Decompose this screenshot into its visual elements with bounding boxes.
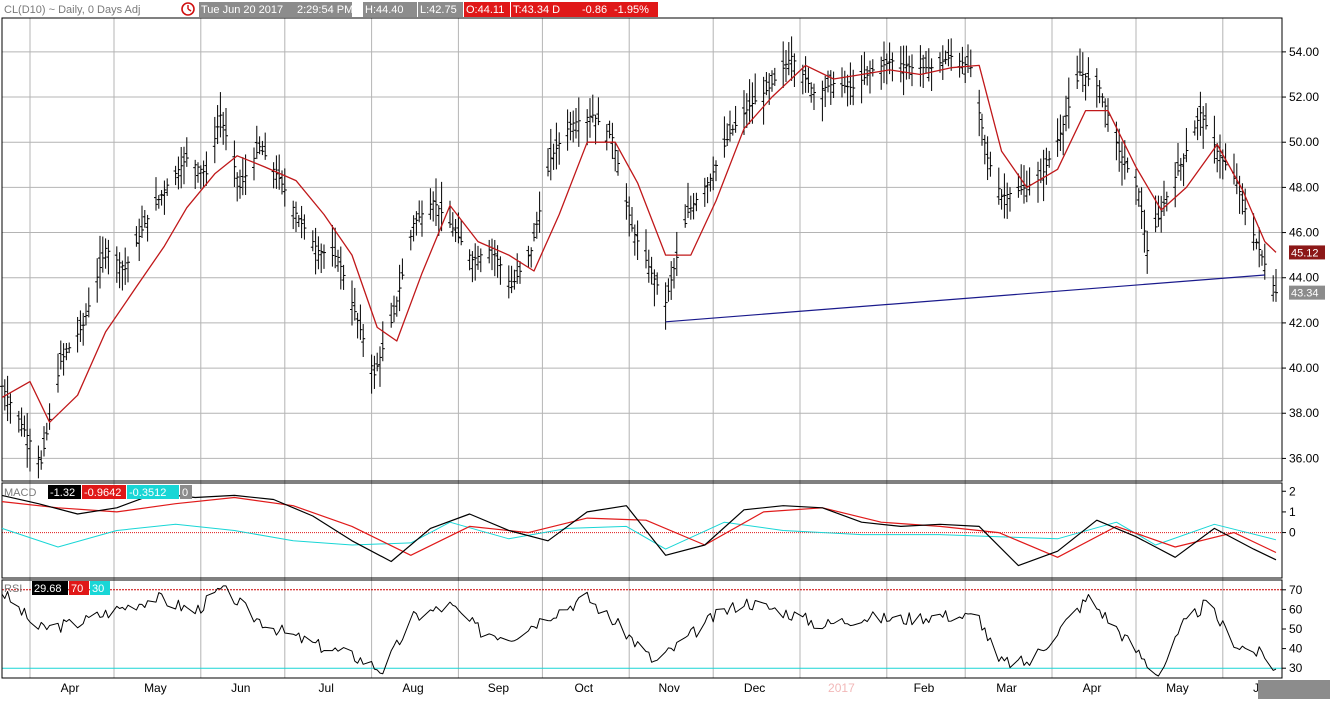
last-price-tag-label: 43.34	[1291, 288, 1319, 300]
pct-change-label: -1.95%	[614, 4, 649, 16]
chart-svg: 54.00 52.00 50.00 48.00 46.00 44.00 42.00 40.00…	[0, 0, 1330, 699]
macd-label: MACD	[4, 487, 36, 499]
month-label: Nov	[659, 681, 680, 695]
rsi-tick-label: 30	[1289, 661, 1303, 675]
month-label: Apr	[1083, 681, 1102, 695]
histogram-value: -0.3512	[129, 487, 166, 499]
rsi-value: 29.68	[34, 583, 62, 595]
month-label: May	[1166, 681, 1189, 695]
month-label: Sep	[488, 681, 510, 695]
price-tick-label: 52.00	[1289, 90, 1319, 104]
macd-value: -1.32	[50, 487, 75, 499]
price-tick-label: 46.00	[1289, 226, 1319, 240]
date-label: Tue Jun 20 2017	[201, 4, 283, 16]
rsi-tick-label: 50	[1289, 622, 1303, 636]
price-tick-label: 36.00	[1289, 451, 1319, 465]
rsi-label: RSI	[4, 583, 22, 595]
month-label: Mar	[996, 681, 1017, 695]
open-label: O:44.11	[466, 4, 504, 16]
change-label: -0.86	[582, 4, 607, 16]
zero-value: 0	[182, 487, 188, 499]
rsi-legend: RSI 29.68 70 30	[4, 581, 110, 595]
ma-price-tag-label: 45.12	[1291, 247, 1319, 259]
rsi-tick-label: 60	[1289, 602, 1303, 616]
macd-tick-label: 0	[1289, 526, 1296, 540]
month-label: Oct	[574, 681, 593, 695]
symbol-label: CL(D10) ~ Daily, 0 Days Adj	[4, 4, 140, 16]
price-tick-label: 38.00	[1289, 406, 1319, 420]
month-label: Feb	[914, 681, 935, 695]
rsi-tick-label: 40	[1289, 642, 1303, 656]
overbought-value: 70	[71, 583, 83, 595]
price-tick-label: 48.00	[1289, 180, 1319, 194]
month-label: 2017	[828, 681, 855, 695]
macd-tick-label: 2	[1289, 484, 1296, 498]
month-label: Jun	[231, 681, 250, 695]
macd-tick-label: 1	[1289, 505, 1296, 519]
time-label: 2:29:54 PM	[297, 4, 353, 16]
signal-value: -0.9642	[84, 487, 121, 499]
price-tick-label: 40.00	[1289, 361, 1319, 375]
last-label: T:43.34 D	[513, 4, 560, 16]
last-price-tag: 43.34	[1289, 285, 1325, 300]
price-tick-label: 44.00	[1289, 271, 1319, 285]
scroll-thumb[interactable]	[1258, 680, 1330, 699]
month-label: Dec	[744, 681, 765, 695]
low-label: L:42.75	[420, 4, 457, 16]
price-tick-label: 50.00	[1289, 135, 1319, 149]
macd-legend: MACD -1.32 -0.9642 -0.3512 0	[4, 485, 192, 499]
rsi-tick-label: 70	[1289, 583, 1303, 597]
price-tick-label: 54.00	[1289, 45, 1319, 59]
month-label: Apr	[61, 681, 80, 695]
price-tick-label: 42.00	[1289, 316, 1319, 330]
month-label: Jul	[319, 681, 334, 695]
ma-price-tag: 45.12	[1289, 245, 1325, 260]
high-label: H:44.40	[365, 4, 404, 16]
x-axis: Apr May Jun Jul Aug Sep Oct Nov Dec 2017 Feb Mar Apr…	[61, 681, 1273, 695]
chart-window: 54.00 52.00 50.00 48.00 46.00 44.00 42.00 40.00…	[0, 0, 1330, 699]
month-label: Aug	[402, 681, 423, 695]
oversold-value: 30	[92, 583, 104, 595]
month-label: May	[144, 681, 167, 695]
header-legend: CL(D10) ~ Daily, 0 Days Adj Tue Jun 20 2…	[4, 2, 658, 17]
